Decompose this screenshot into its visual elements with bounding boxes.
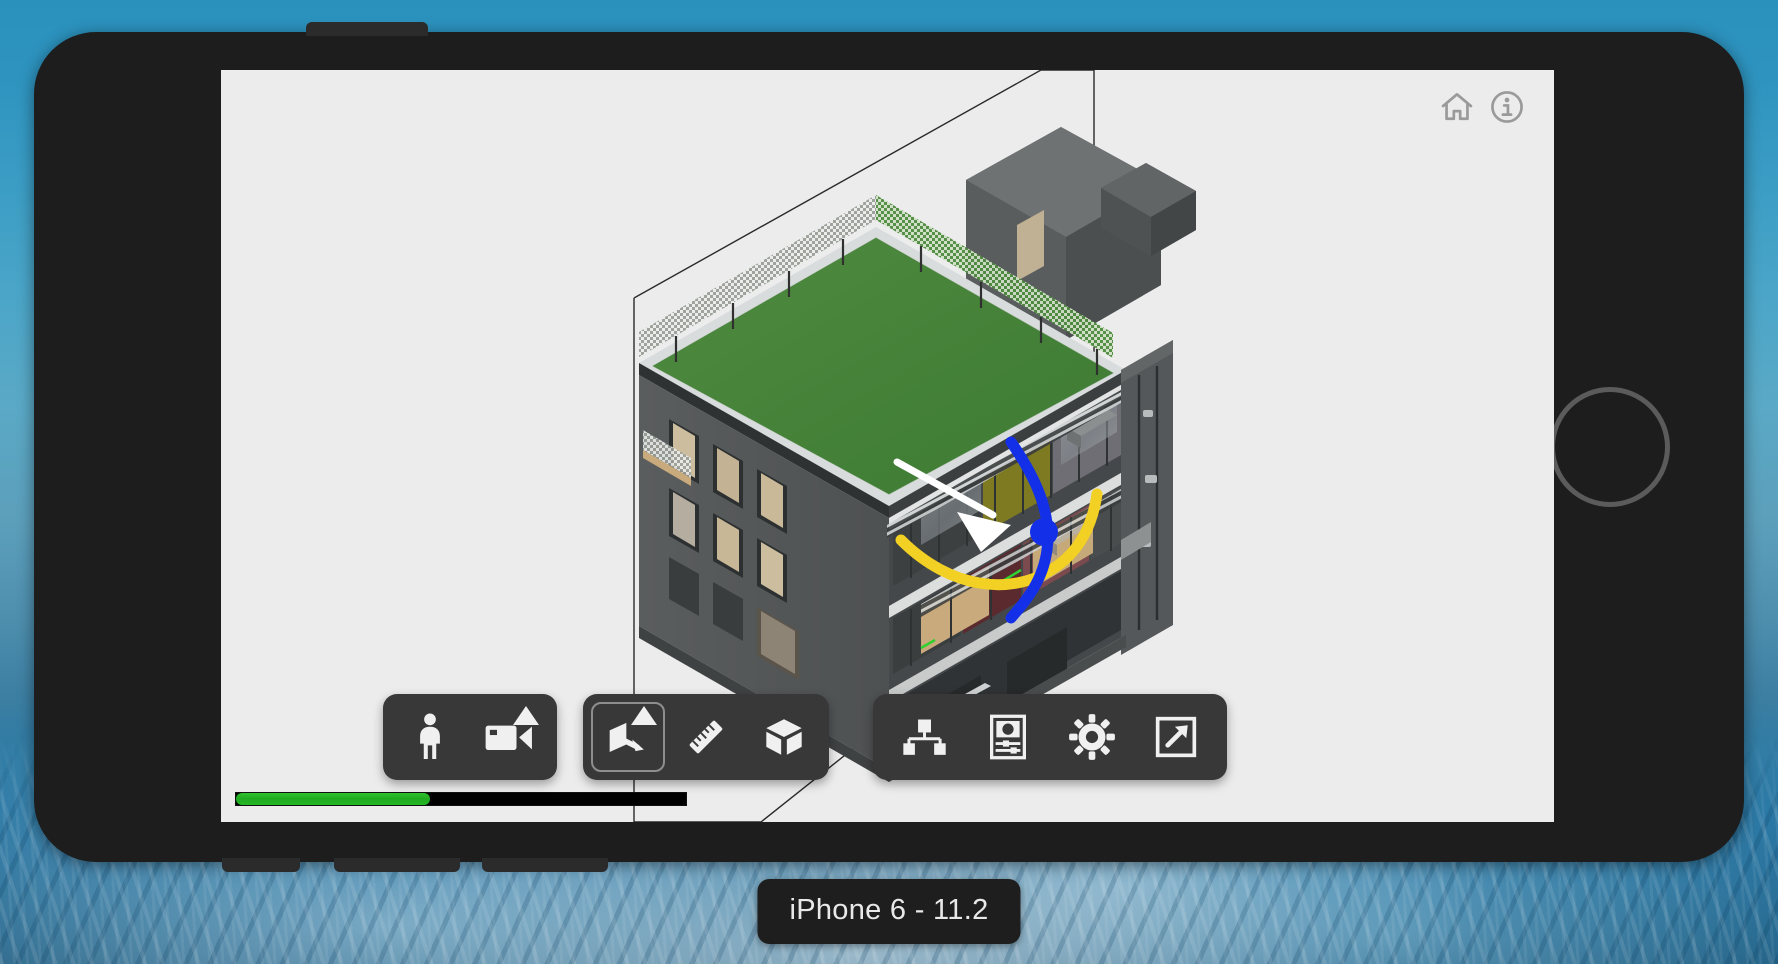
home-icon[interactable] (1438, 88, 1476, 126)
gear-icon[interactable] (1055, 702, 1129, 772)
gizmo-center-knob (1030, 518, 1058, 546)
ruler-glyph (689, 720, 723, 754)
tree-glyph (903, 719, 946, 755)
hierarchy-tree-icon[interactable] (887, 702, 961, 772)
gear-glyph (1069, 714, 1115, 760)
power-button[interactable] (306, 22, 428, 36)
cube-glyph (766, 719, 802, 755)
fullscreen-glyph (1155, 716, 1197, 758)
silent-switch[interactable] (222, 858, 300, 872)
volume-down-button[interactable] (482, 858, 608, 872)
loading-progress-bar (235, 792, 687, 806)
device-screen[interactable] (221, 70, 1554, 822)
appearance-glyph (990, 714, 1026, 760)
ruler-icon[interactable] (669, 702, 743, 772)
home-button[interactable] (1550, 387, 1670, 507)
menu-indicator-triangle (513, 706, 539, 725)
section-plane-icon[interactable] (591, 702, 665, 772)
toolbar-settings[interactable] (873, 694, 1227, 780)
cube-icon[interactable] (747, 702, 821, 772)
iphone-simulator-bezel (34, 22, 1744, 872)
camera-icon[interactable] (473, 702, 547, 772)
info-icon[interactable] (1488, 88, 1526, 126)
render-settings-icon[interactable] (971, 702, 1045, 772)
walkthrough-person-icon[interactable] (393, 702, 467, 772)
person-glyph (420, 713, 440, 759)
gizmo-rotate-horizontal-handle (895, 488, 1103, 591)
progress-fill (236, 793, 430, 805)
toolbar-navigation[interactable] (383, 694, 557, 780)
expand-icon[interactable] (1139, 702, 1213, 772)
gizmo-translate-arrow (893, 458, 1011, 552)
simulator-device-label: iPhone 6 - 11.2 (757, 879, 1021, 944)
menu-indicator-triangle (631, 706, 657, 725)
viewport-overlay-icons[interactable] (1438, 88, 1526, 126)
toolbar-tools[interactable] (583, 694, 829, 780)
volume-up-button[interactable] (334, 858, 460, 872)
